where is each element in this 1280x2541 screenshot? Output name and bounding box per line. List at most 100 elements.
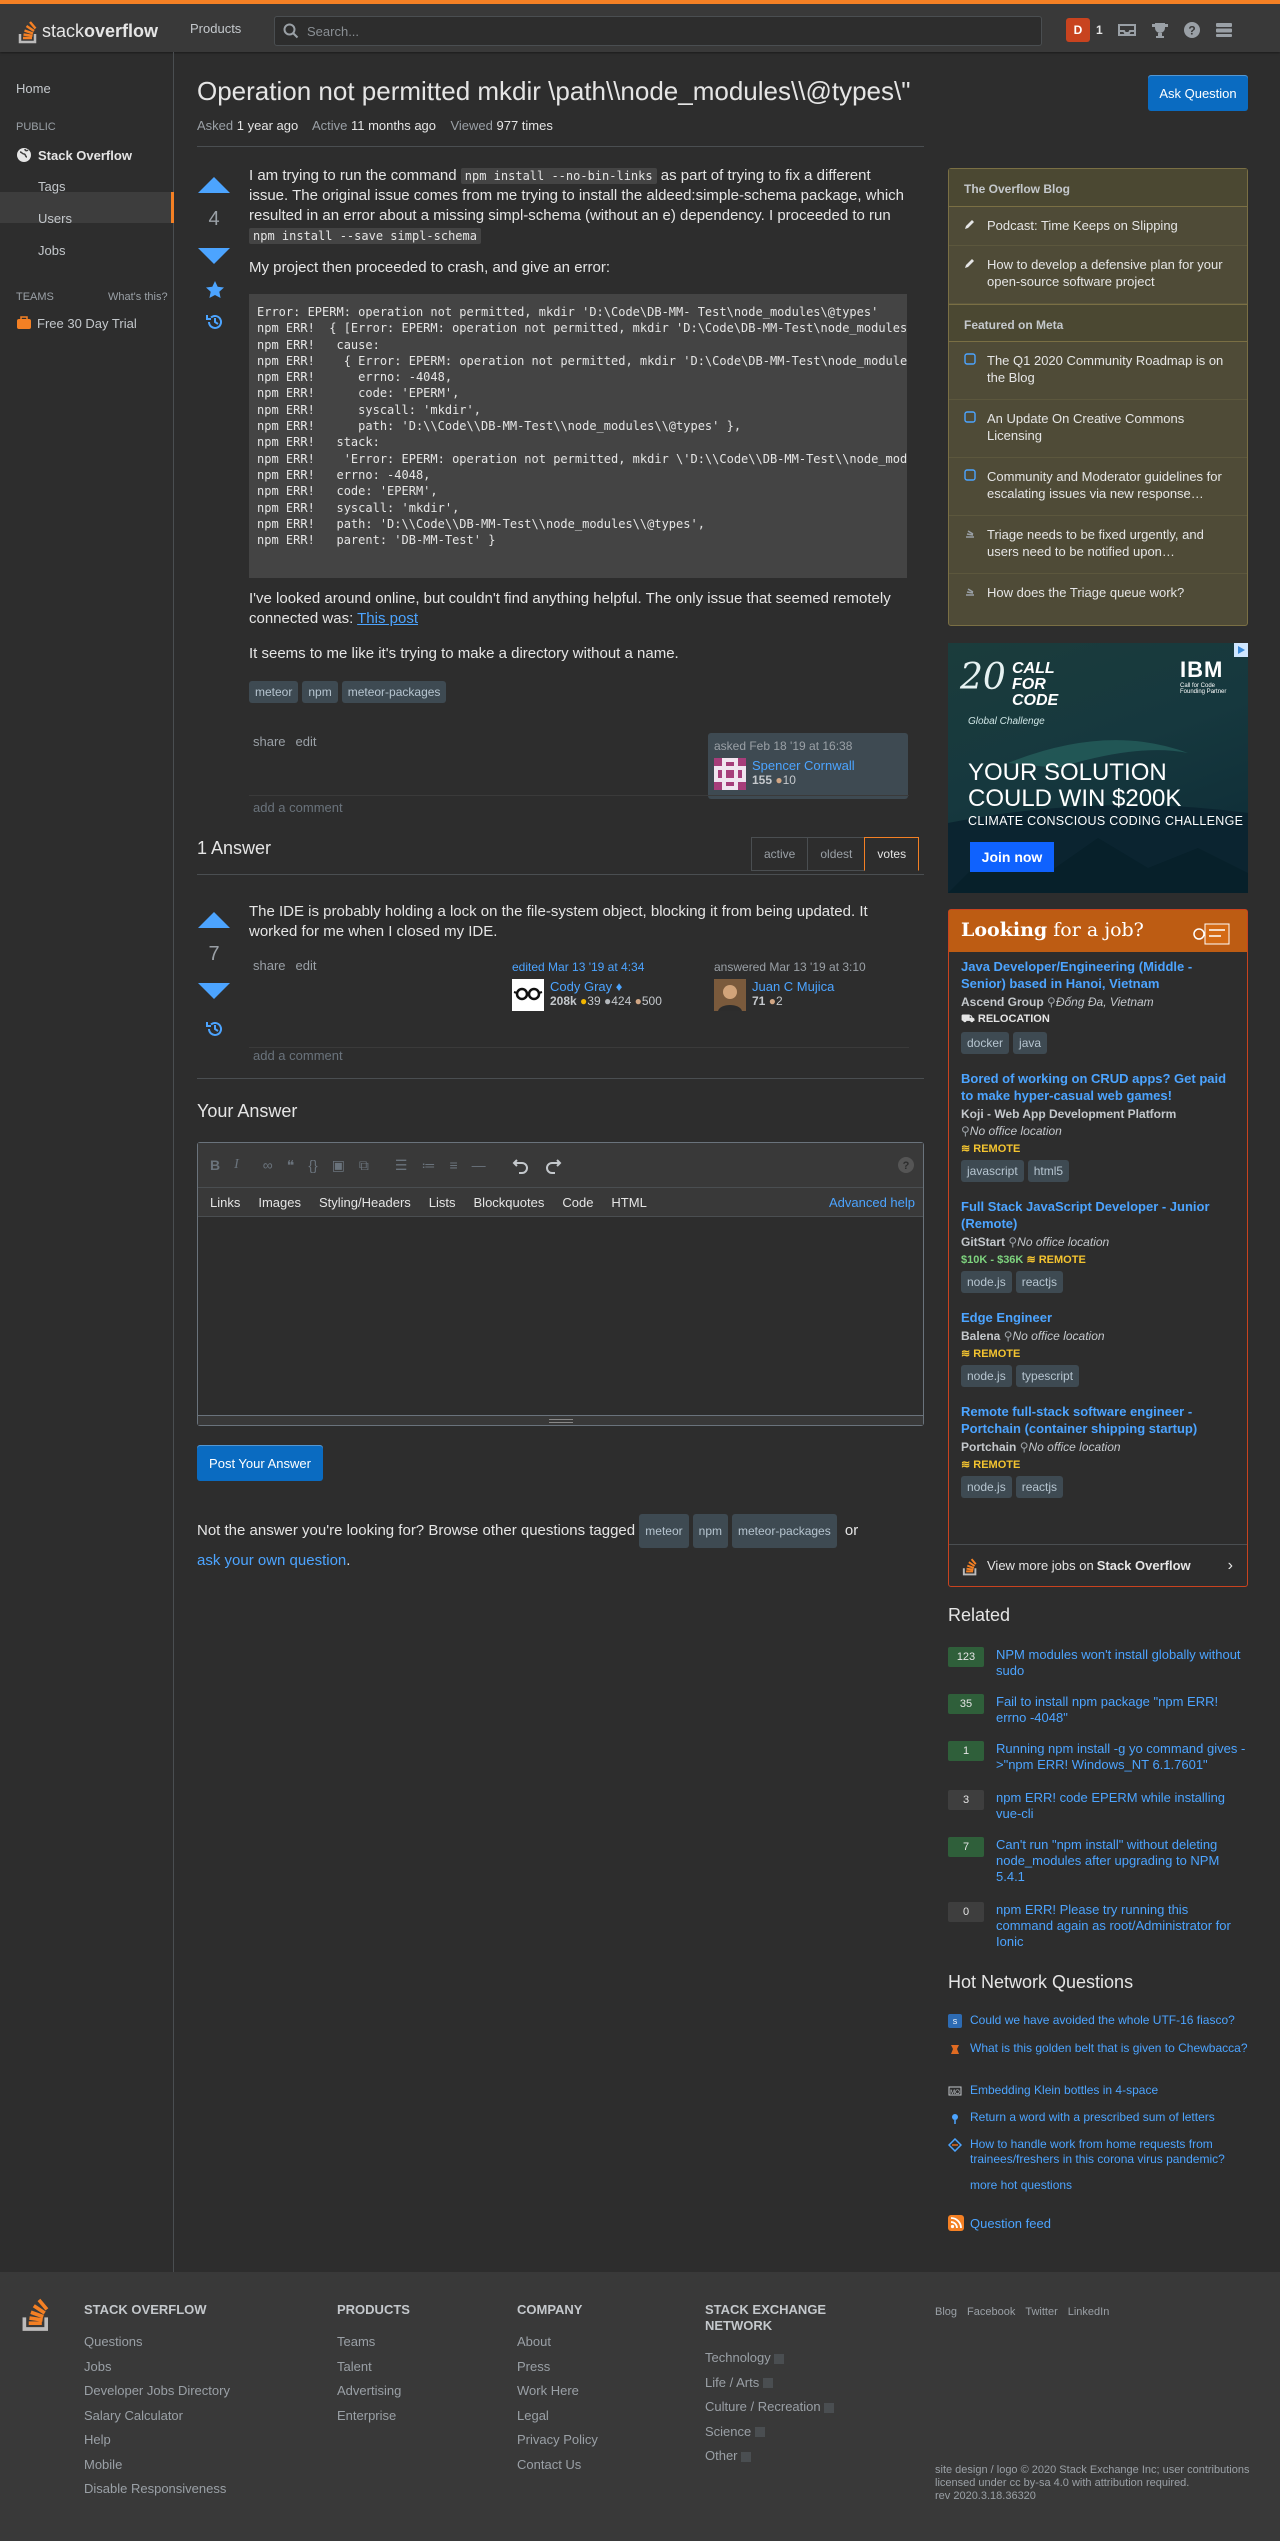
horizontal-rule-icon[interactable]: — (472, 1157, 486, 1173)
related-link[interactable]: Fail to install npm package "npm ERR! er… (996, 1694, 1248, 1726)
this-post-link[interactable]: This post (357, 610, 418, 627)
tag-meteor[interactable]: meteor (639, 1514, 689, 1548)
link-icon[interactable]: ∞ (263, 1157, 273, 1173)
footer-link[interactable]: Privacy Policy (517, 2428, 598, 2453)
tag-meteor-packages[interactable]: meteor-packages (732, 1514, 837, 1548)
hot-question-item[interactable]: Return a word with a prescribed sum of l… (948, 2110, 1248, 2125)
job-tag[interactable]: node.js (961, 1476, 1012, 1498)
sidebar-item-users[interactable]: Users (38, 211, 72, 226)
undo-icon[interactable] (512, 1156, 530, 1174)
edited-timestamp[interactable]: edited Mar 13 '19 at 4:34 (512, 960, 702, 974)
related-item[interactable]: 0 npm ERR! Please try running this comman… (948, 1902, 1248, 1950)
edit-link[interactable]: edit (296, 734, 317, 749)
related-item[interactable]: 1 Running npm install -g yo command gives… (948, 1741, 1248, 1773)
question-feed-link[interactable]: Question feed (948, 2215, 1051, 2231)
meta-item[interactable]: Community and Moderator guidelines for e… (949, 458, 1247, 516)
help-tab-html[interactable]: HTML (611, 1195, 646, 1210)
hot-question-link[interactable]: Return a word with a prescribed sum of l… (970, 2110, 1215, 2125)
footer-twitter-link[interactable]: Twitter (1025, 2306, 1057, 2318)
tag-meteor[interactable]: meteor (249, 681, 299, 703)
question-title[interactable]: Operation not permitted mkdir \path\\nod… (197, 76, 910, 107)
footer-link[interactable]: Help (84, 2428, 230, 2453)
sidebar-item-jobs[interactable]: Jobs (38, 243, 65, 258)
job-tag[interactable]: docker (961, 1032, 1010, 1054)
footer-link[interactable]: Salary Calculator (84, 2404, 230, 2429)
help-icon[interactable]: ? (1183, 21, 1201, 39)
help-tab-images[interactable]: Images (258, 1195, 301, 1210)
answerer-avatar[interactable] (714, 979, 746, 1011)
related-item[interactable]: 7 Can't run "npm install" without deletin… (948, 1837, 1248, 1885)
hot-question-link[interactable]: Embedding Klein bottles in 4-space (970, 2083, 1158, 2098)
job-listing[interactable]: Remote full-stack software engineer - Po… (949, 1403, 1247, 1498)
footer-link[interactable]: Disable Responsiveness (84, 2477, 230, 2502)
sidebar-item-stackoverflow[interactable]: Stack Overflow (16, 147, 132, 163)
footer-blog-link[interactable]: Blog (935, 2306, 957, 2318)
job-listing[interactable]: Full Stack JavaScript Developer - Junior… (949, 1198, 1247, 1293)
hot-question-link[interactable]: What is this golden belt that is given t… (970, 2041, 1248, 2056)
redo-icon[interactable] (544, 1156, 562, 1174)
ask-own-question-link[interactable]: ask your own question (197, 1552, 346, 1569)
job-tag[interactable]: typescript (1015, 1365, 1080, 1387)
meta-item[interactable]: How does the Triage queue work? (949, 574, 1247, 612)
job-title[interactable]: Bored of working on CRUD apps? Get paid … (961, 1070, 1235, 1104)
tag-npm[interactable]: npm (692, 1514, 728, 1548)
owner-name[interactable]: Spencer Cornwall (752, 758, 855, 773)
footer-link[interactable]: Enterprise (337, 2404, 410, 2429)
tab-votes[interactable]: votes (864, 837, 920, 871)
sidebar-item-tags[interactable]: Tags (38, 179, 65, 194)
ask-question-button[interactable]: Ask Question (1148, 75, 1248, 111)
question-downvote-button[interactable] (198, 248, 230, 264)
tab-active[interactable]: active (751, 837, 809, 871)
achievements-trophy-icon[interactable] (1151, 21, 1169, 39)
hot-question-link[interactable]: How to handle work from home requests fr… (970, 2137, 1248, 2167)
snippet-icon[interactable]: ⧉ (359, 1157, 369, 1174)
history-icon[interactable] (205, 312, 225, 332)
question-add-comment[interactable]: add a comment (253, 800, 343, 815)
related-link[interactable]: Running npm install -g yo command gives … (996, 1741, 1248, 1773)
footer-link[interactable]: Mobile (84, 2453, 230, 2478)
help-tab-styling[interactable]: Styling/Headers (319, 1195, 411, 1210)
search-input[interactable]: Search... (274, 16, 1042, 46)
view-more-jobs-link[interactable]: View more jobs on Stack Overflow › (949, 1544, 1247, 1586)
hot-question-link[interactable]: Could we have avoided the whole UTF-16 f… (970, 2013, 1235, 2028)
footer-link[interactable]: Advertising (337, 2379, 410, 2404)
italic-icon[interactable]: I (234, 1157, 239, 1173)
footer-link[interactable]: Questions (84, 2330, 230, 2355)
ordered-list-icon[interactable]: ☰ (395, 1157, 408, 1174)
footer-facebook-link[interactable]: Facebook (967, 2306, 1015, 2318)
stackoverflow-logo[interactable]: stack overflow (17, 18, 158, 44)
image-icon[interactable]: ▣ (332, 1157, 345, 1174)
more-hot-questions-link[interactable]: more hot questions (970, 2178, 1072, 2192)
question-upvote-button[interactable] (198, 177, 230, 193)
footer-link[interactable]: Legal (517, 2404, 598, 2429)
meta-item[interactable]: An Update On Creative Commons Licensing (949, 400, 1247, 458)
ad-join-now-button[interactable]: Join now (970, 842, 1054, 872)
answer-textarea[interactable] (198, 1219, 923, 1415)
related-item[interactable]: 123 NPM modules won't install globally wi… (948, 1647, 1248, 1679)
job-title[interactable]: Full Stack JavaScript Developer - Junior… (961, 1198, 1235, 1232)
advanced-help-link[interactable]: Advanced help (829, 1195, 915, 1210)
related-item[interactable]: 35 Fail to install npm package "npm ERR! … (948, 1694, 1248, 1726)
answer-history-icon[interactable] (205, 1019, 225, 1039)
editor-avatar[interactable] (512, 979, 544, 1011)
post-answer-button[interactable]: Post Your Answer (197, 1445, 323, 1481)
job-title[interactable]: Remote full-stack software engineer - Po… (961, 1403, 1235, 1437)
footer-link[interactable]: Jobs (84, 2355, 230, 2380)
footer-link[interactable]: Science (705, 2420, 855, 2445)
sidebar-item-home[interactable]: Home (16, 81, 51, 96)
more-hot-questions-label[interactable]: more hot questions (970, 2178, 1072, 2192)
help-tab-code[interactable]: Code (562, 1195, 593, 1210)
job-title[interactable]: Java Developer/Engineering (Middle - Sen… (961, 958, 1235, 992)
blockquote-icon[interactable]: ❝ (287, 1157, 295, 1174)
answer-downvote-button[interactable] (198, 983, 230, 999)
job-listing[interactable]: Java Developer/Engineering (Middle - Sen… (949, 958, 1247, 1054)
site-switcher-icon[interactable] (1215, 21, 1233, 39)
adchoices-icon[interactable] (1234, 643, 1248, 657)
editor-help-icon[interactable]: ? (897, 1156, 915, 1174)
footer-link[interactable]: Press (517, 2355, 598, 2380)
job-tag[interactable]: reactjs (1015, 1271, 1064, 1293)
tab-oldest[interactable]: oldest (807, 837, 866, 871)
meta-item[interactable]: Triage needs to be fixed urgently, and u… (949, 516, 1247, 574)
help-tab-links[interactable]: Links (210, 1195, 240, 1210)
job-tag[interactable]: java (1013, 1032, 1048, 1054)
